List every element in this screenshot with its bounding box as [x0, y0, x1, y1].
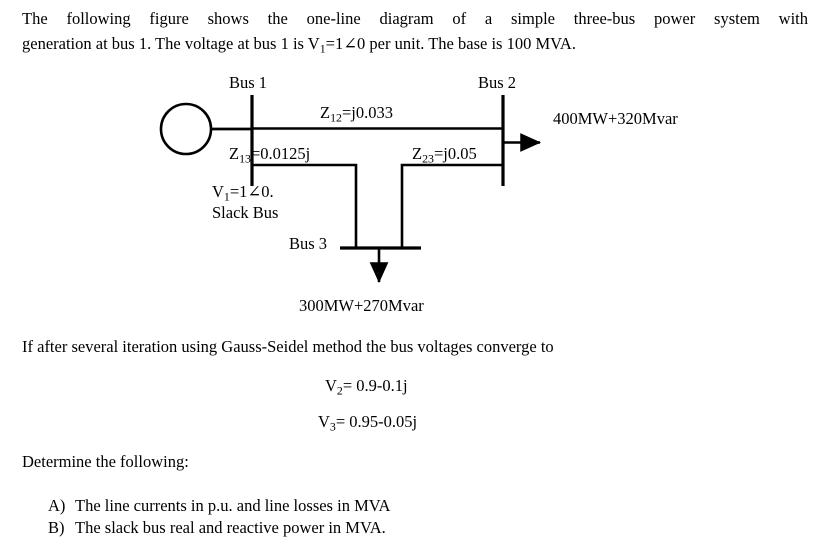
bus3-load-label: 300MW+270Mvar: [299, 296, 424, 315]
z13-prefix: Z: [229, 144, 240, 163]
one-line-diagram: Bus 1 Bus 2 Z12=j0.033 Z13=0.0125j Z23=j…: [0, 60, 829, 330]
line-z23: [400, 163, 503, 248]
intro-line-2-part-a: generation at bus 1. The voltage at bus …: [22, 34, 320, 54]
determine-heading: Determine the following:: [22, 452, 189, 471]
v3-prefix: V: [318, 412, 330, 431]
question-b-label: B): [48, 517, 65, 537]
z12-label: Z12=j0.033: [320, 103, 393, 125]
z23-value: =j0.05: [433, 144, 477, 163]
generator-circle-icon: [159, 102, 213, 156]
bus2-label: Bus 2: [478, 73, 517, 92]
bus2-load-label: 400MW+320Mvar: [553, 109, 678, 128]
list-item: A) The line currents in p.u. and line los…: [48, 495, 390, 517]
z13-value: =0.0125j: [250, 144, 311, 163]
bus3-label: Bus 3: [289, 234, 328, 253]
v3-value: = 0.95-0.05j: [335, 412, 418, 431]
v2-prefix: V: [325, 376, 337, 395]
z23-prefix: Z: [412, 144, 423, 163]
v1-label: V1=1∠0.: [212, 182, 274, 204]
list-item: B) The slack bus real and reactive power …: [48, 517, 390, 539]
converge-text: If after several iteration using Gauss-S…: [22, 337, 554, 356]
diagram-canvas: [159, 95, 542, 284]
v2-value: = 0.9-0.1j: [342, 376, 408, 395]
z12-prefix: Z: [320, 103, 331, 122]
bus1-label: Bus 1: [229, 73, 268, 92]
intro-line-2: generation at bus 1. The voltage at bus …: [22, 31, 808, 57]
question-a-text: The line currents in p.u. and line losse…: [75, 496, 391, 515]
intro-line-1: The following figure shows the one-line …: [22, 9, 808, 28]
problem-intro: The following figure shows the one-line …: [22, 6, 808, 57]
z12-subscript: 12: [330, 110, 342, 125]
z13-label: Z13=0.0125j: [229, 144, 310, 166]
z12-value: =j0.033: [341, 103, 393, 122]
v1-prefix: V: [212, 182, 224, 201]
z23-label: Z23=j0.05: [412, 144, 477, 166]
slack-bus-label: Slack Bus: [212, 203, 279, 222]
questions-list: A) The line currents in p.u. and line los…: [48, 495, 390, 539]
v1-value: =1∠0.: [229, 182, 274, 201]
question-b-text: The slack bus real and reactive power in…: [75, 517, 386, 537]
z23-subscript: 23: [422, 151, 434, 166]
z13-subscript: 13: [239, 151, 251, 166]
intro-line-2-part-b: =1∠0 per unit. The base is 100 MVA.: [325, 34, 576, 54]
question-a-label: A): [48, 496, 66, 515]
v3-result: V3= 0.95-0.05j: [318, 412, 417, 434]
v2-result: V2= 0.9-0.1j: [325, 376, 408, 398]
